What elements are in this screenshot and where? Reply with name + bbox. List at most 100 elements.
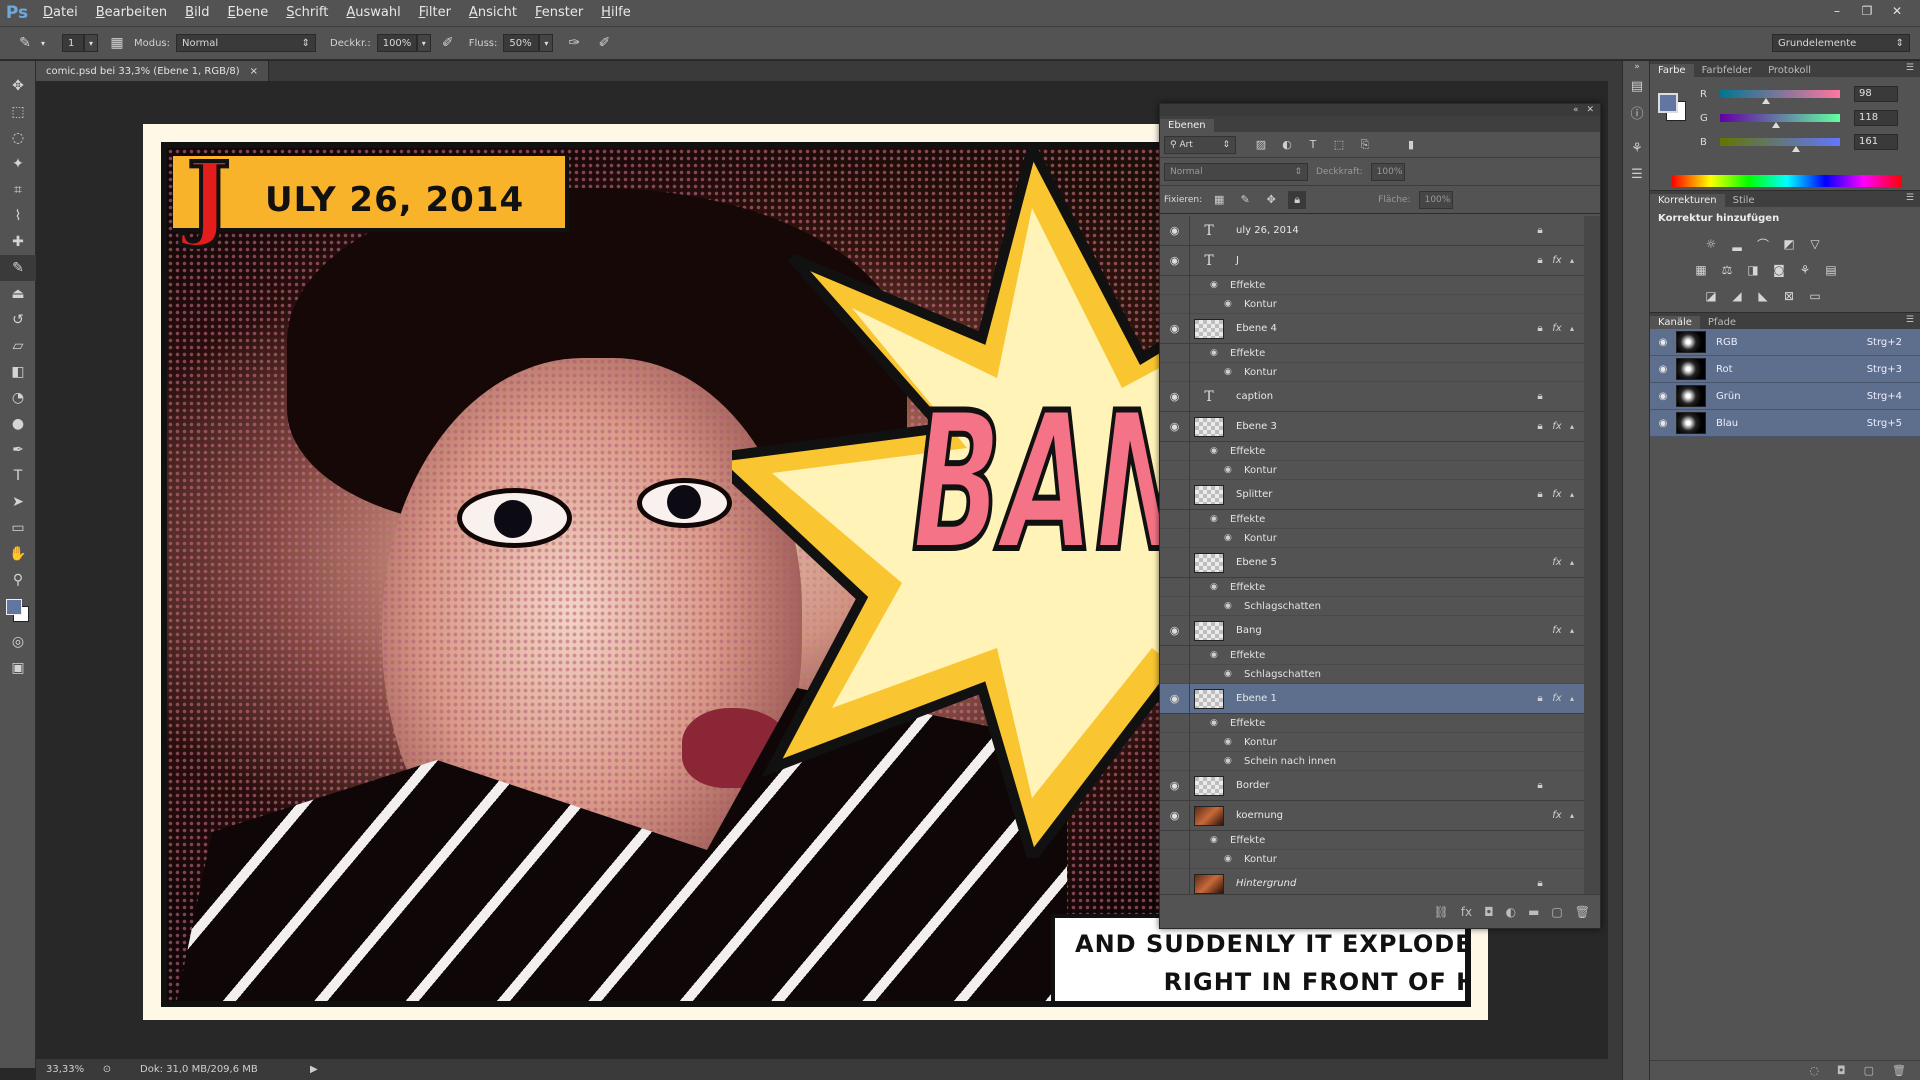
minimize-button[interactable]: – bbox=[1824, 2, 1850, 20]
save-selection-icon[interactable]: ◘ bbox=[1837, 1064, 1846, 1077]
layers-scrollbar[interactable] bbox=[1584, 216, 1600, 894]
move-tool-icon[interactable]: ✥ bbox=[0, 73, 36, 99]
layers-panel-titlebar[interactable]: « ✕ bbox=[1160, 104, 1600, 116]
effects-header-row[interactable]: ◉ Effekte bbox=[1160, 343, 1584, 363]
healing-brush-tool-icon[interactable]: ✚ bbox=[0, 229, 36, 255]
color-spectrum-ramp[interactable] bbox=[1672, 175, 1902, 187]
curves-icon[interactable]: ⌒ bbox=[1754, 235, 1772, 253]
lock-transparent-icon[interactable]: ▦ bbox=[1210, 191, 1228, 209]
load-selection-icon[interactable]: ◌ bbox=[1809, 1064, 1819, 1077]
photo-filter-icon[interactable]: ◙ bbox=[1770, 261, 1788, 279]
eraser-tool-icon[interactable]: ▱ bbox=[0, 333, 36, 359]
eye-icon[interactable]: ◉ bbox=[1210, 582, 1224, 592]
flow-field[interactable]: 50% bbox=[503, 34, 540, 52]
color-lookup-icon[interactable]: ▤ bbox=[1822, 261, 1840, 279]
menu-filter[interactable]: Filter bbox=[410, 0, 460, 26]
eye-icon[interactable]: ◉ bbox=[1210, 835, 1224, 845]
effect-row[interactable]: ◉ Kontur bbox=[1160, 460, 1584, 480]
airbrush-icon[interactable]: ✑ bbox=[563, 32, 585, 54]
layer-fill-field[interactable]: 100% bbox=[1418, 190, 1453, 209]
close-tab-icon[interactable]: × bbox=[250, 66, 258, 77]
eye-icon[interactable]: ◉ bbox=[1650, 418, 1676, 429]
layer-row[interactable]: ◉ Bang fx ▴ bbox=[1160, 615, 1584, 646]
fx-icon[interactable]: fx bbox=[1548, 810, 1566, 821]
eye-icon[interactable] bbox=[1160, 868, 1190, 894]
close-button[interactable]: ✕ bbox=[1884, 2, 1910, 20]
filter-shape-icon[interactable]: ⬚ bbox=[1330, 136, 1348, 154]
link-layers-icon[interactable]: ⛓ bbox=[1434, 905, 1449, 919]
hue-saturation-icon[interactable]: ▦ bbox=[1692, 261, 1710, 279]
quick-mask-icon[interactable]: ◎ bbox=[0, 629, 36, 655]
lock-image-icon[interactable]: ✎ bbox=[1236, 191, 1254, 209]
filter-adjustment-icon[interactable]: ◐ bbox=[1278, 136, 1296, 154]
menu-hilfe[interactable]: Hilfe bbox=[592, 0, 640, 26]
red-value[interactable]: 98 bbox=[1854, 86, 1898, 102]
fx-icon[interactable]: fx bbox=[1548, 489, 1566, 500]
blend-mode-select[interactable]: Normal ⇕ bbox=[1164, 162, 1308, 181]
effect-row[interactable]: ◉ Kontur bbox=[1160, 849, 1584, 869]
marquee-tool-icon[interactable]: ⬚ bbox=[0, 99, 36, 125]
eye-icon[interactable]: ◉ bbox=[1160, 683, 1190, 714]
channel-row-blau[interactable]: ◉ Blau Strg+5 bbox=[1650, 410, 1920, 437]
foreground-color-swatch[interactable] bbox=[1658, 93, 1678, 113]
status-info-icon[interactable]: ⊙ bbox=[92, 1064, 122, 1075]
exposure-icon[interactable]: ◩ bbox=[1780, 235, 1798, 253]
channel-row-rot[interactable]: ◉ Rot Strg+3 bbox=[1650, 356, 1920, 383]
menu-ansicht[interactable]: Ansicht bbox=[460, 0, 526, 26]
effect-row[interactable]: ◉ Schein nach innen bbox=[1160, 751, 1584, 771]
path-selection-tool-icon[interactable]: ➤ bbox=[0, 489, 36, 515]
brush-tool-icon[interactable]: ✎ bbox=[0, 255, 36, 281]
dodge-tool-icon[interactable]: ● bbox=[0, 411, 36, 437]
color-balance-icon[interactable]: ⚖ bbox=[1718, 261, 1736, 279]
delete-channel-icon[interactable]: 🗑︎ bbox=[1892, 1064, 1906, 1077]
layer-row[interactable]: ◉ Tuly 26, 2014 🔒︎ bbox=[1160, 216, 1584, 246]
paint-bucket-tool-icon[interactable]: ◧ bbox=[0, 359, 36, 385]
effects-header-row[interactable]: ◉ Effekte bbox=[1160, 830, 1584, 850]
layer-name[interactable]: Splitter bbox=[1236, 489, 1532, 500]
green-value[interactable]: 118 bbox=[1854, 110, 1898, 126]
brush-panel-icon[interactable]: ⚘ bbox=[1623, 135, 1651, 161]
effect-row[interactable]: ◉ Kontur bbox=[1160, 528, 1584, 548]
tab-pfade[interactable]: Pfade bbox=[1700, 316, 1744, 329]
eye-icon[interactable]: ◉ bbox=[1160, 411, 1190, 442]
layer-row[interactable]: ◉ Ebene 3 🔒︎ fx ▴ bbox=[1160, 411, 1584, 442]
threshold-icon[interactable]: ◣ bbox=[1754, 287, 1772, 305]
gradient-map-icon[interactable]: ▭ bbox=[1806, 287, 1824, 305]
tab-kanaele[interactable]: Kanäle bbox=[1650, 316, 1700, 329]
green-slider-thumb[interactable] bbox=[1771, 122, 1780, 128]
eye-icon[interactable]: ◉ bbox=[1210, 650, 1224, 660]
eye-icon[interactable]: ◉ bbox=[1160, 381, 1190, 412]
eye-icon[interactable]: ◉ bbox=[1224, 367, 1238, 377]
opacity-dropdown[interactable]: ▾ bbox=[416, 34, 431, 52]
effect-row[interactable]: ◉ Kontur bbox=[1160, 732, 1584, 752]
fx-icon[interactable]: fx bbox=[1548, 421, 1566, 432]
new-layer-icon[interactable]: ▢ bbox=[1551, 905, 1562, 919]
layer-row[interactable]: Ebene 5 fx ▴ bbox=[1160, 547, 1584, 578]
effects-header-row[interactable]: ◉ Effekte bbox=[1160, 713, 1584, 733]
layer-row[interactable]: ◉ Ebene 4 🔒︎ fx ▴ bbox=[1160, 313, 1584, 344]
posterize-icon[interactable]: ◢ bbox=[1728, 287, 1746, 305]
red-slider-thumb[interactable] bbox=[1762, 98, 1771, 104]
red-slider[interactable] bbox=[1720, 90, 1840, 104]
tab-ebenen[interactable]: Ebenen bbox=[1160, 119, 1214, 132]
info-panel-icon[interactable]: ⓘ bbox=[1623, 99, 1651, 125]
filter-toggle-icon[interactable]: ▮ bbox=[1402, 136, 1420, 154]
eye-icon[interactable]: ◉ bbox=[1224, 465, 1238, 475]
tab-protokoll[interactable]: Protokoll bbox=[1760, 64, 1819, 77]
eye-icon[interactable]: ◉ bbox=[1160, 245, 1190, 276]
green-slider[interactable] bbox=[1720, 114, 1840, 128]
eye-icon[interactable]: ◉ bbox=[1160, 216, 1190, 246]
eye-icon[interactable]: ◉ bbox=[1224, 601, 1238, 611]
expand-effects-icon[interactable]: ▴ bbox=[1566, 490, 1578, 499]
channel-row-gruen[interactable]: ◉ Grün Strg+4 bbox=[1650, 383, 1920, 410]
zoom-tool-icon[interactable]: ⚲ bbox=[0, 567, 36, 593]
eye-icon[interactable]: ◉ bbox=[1160, 615, 1190, 646]
expand-effects-icon[interactable]: ▴ bbox=[1566, 256, 1578, 265]
eye-icon[interactable]: ◉ bbox=[1210, 280, 1224, 290]
eyedropper-tool-icon[interactable]: ⌇ bbox=[0, 203, 36, 229]
effects-header-row[interactable]: ◉ Effekte bbox=[1160, 645, 1584, 665]
eye-icon[interactable] bbox=[1160, 479, 1190, 510]
effects-header-row[interactable]: ◉ Effekte bbox=[1160, 441, 1584, 461]
fx-icon[interactable]: fx bbox=[1548, 255, 1566, 266]
workspace-select[interactable]: Grundelemente ⇕ bbox=[1772, 34, 1910, 52]
